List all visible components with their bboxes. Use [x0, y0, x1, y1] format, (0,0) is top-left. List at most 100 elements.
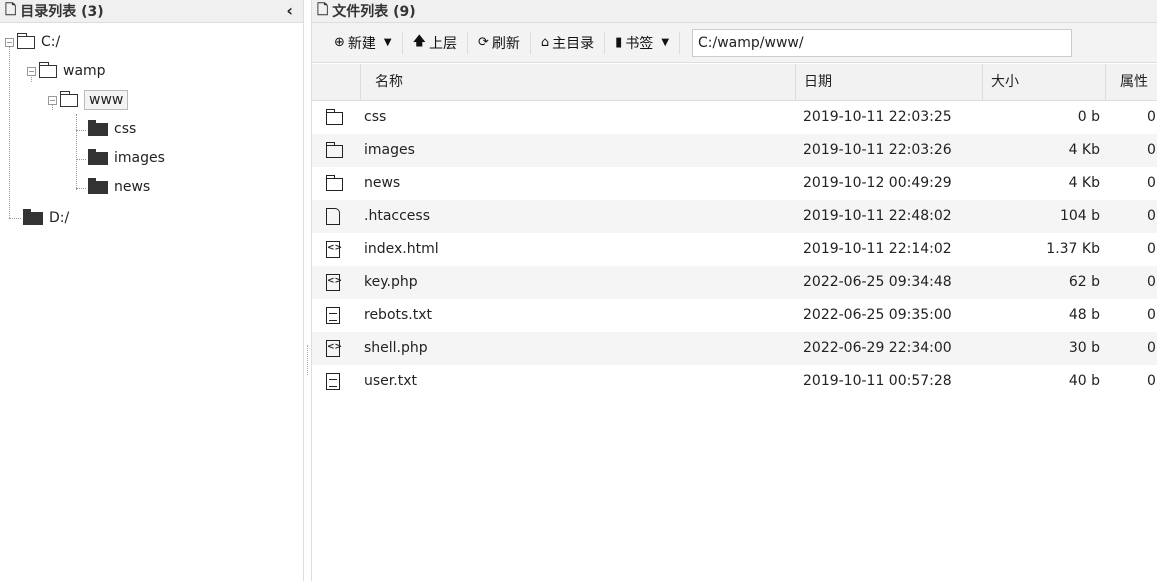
- file-date: 2022-06-29 22:34:00: [803, 340, 952, 356]
- path-input[interactable]: C:/wamp/www/: [692, 28, 1073, 57]
- table-row[interactable]: news 2019-10-12 00:49:29 4 Kb 0: [312, 167, 1157, 200]
- code-file-icon: <>: [326, 241, 342, 258]
- tree-node-c-drive[interactable]: C:/: [5, 29, 60, 55]
- file-date: 2022-06-25 09:35:00: [803, 307, 952, 323]
- text-file-icon: [326, 307, 340, 324]
- file-attr: 0: [1147, 241, 1156, 257]
- folder-icon: [88, 148, 108, 165]
- file-attr: 0: [1147, 373, 1156, 389]
- table-row[interactable]: <> shell.php 2022-06-29 22:34:00 30 b 0: [312, 332, 1157, 365]
- table-row[interactable]: images 2019-10-11 22:03:26 4 Kb 0: [312, 134, 1157, 167]
- column-header-size[interactable]: 大小: [982, 64, 1105, 101]
- file-name[interactable]: rebots.txt: [364, 299, 432, 332]
- file-name[interactable]: shell.php: [364, 332, 428, 365]
- tree-connector: [76, 159, 86, 160]
- home-icon: ⌂: [540, 35, 550, 50]
- collapse-toggle-icon[interactable]: [48, 95, 57, 105]
- file-size: 4 Kb: [1068, 142, 1100, 158]
- table-row[interactable]: css 2019-10-11 22:03:25 0 b 0: [312, 101, 1157, 134]
- up-button-label: 上层: [428, 35, 457, 52]
- file-type-cell: <>: [326, 332, 346, 365]
- tree-node-label[interactable]: images: [114, 150, 165, 166]
- text-file-icon: [326, 373, 340, 390]
- file-attr: 0: [1147, 340, 1156, 356]
- tree-node-wamp[interactable]: wamp: [27, 58, 106, 84]
- file-name[interactable]: index.html: [364, 233, 439, 266]
- panel-splitter[interactable]: [303, 0, 312, 581]
- tree-node-label[interactable]: css: [114, 121, 136, 137]
- table-row[interactable]: rebots.txt 2022-06-25 09:35:00 48 b 0: [312, 299, 1157, 332]
- plus-circle-icon: ⊕: [334, 35, 345, 50]
- new-button[interactable]: ⊕ 新建 ▼: [324, 29, 402, 57]
- file-type-cell: [325, 101, 346, 134]
- file-name[interactable]: user.txt: [364, 365, 417, 398]
- file-date: 2019-10-11 22:14:02: [803, 241, 952, 257]
- column-header-name[interactable]: 名称: [360, 64, 803, 101]
- tree-node-label-selected[interactable]: www: [84, 90, 129, 110]
- tree-node-d-drive[interactable]: D:/: [23, 205, 69, 231]
- file-name[interactable]: news: [364, 167, 400, 200]
- file-list-panel-title: 文件列表 (9): [332, 4, 416, 20]
- file-list-panel: 🗋 文件列表 (9) ⊕ 新建 ▼ 🡅 上层 ⟳ 刷新 ⌂ 主目录 ▮ 书签 ▼…: [312, 0, 1157, 581]
- collapse-panel-button[interactable]: ‹: [286, 0, 293, 22]
- column-header-label: 日期: [804, 74, 832, 90]
- folder-icon: [325, 109, 343, 125]
- home-button[interactable]: ⌂ 主目录: [531, 29, 604, 57]
- file-name[interactable]: key.php: [364, 266, 418, 299]
- bookmark-button-label: 书签: [625, 35, 654, 52]
- file-attr: 0: [1147, 208, 1156, 224]
- folder-icon: [23, 208, 43, 225]
- file-attr: 0: [1147, 175, 1156, 191]
- table-row[interactable]: <> key.php 2022-06-25 09:34:48 62 b 0: [312, 266, 1157, 299]
- tree-node-label[interactable]: news: [114, 179, 150, 195]
- column-header-attr[interactable]: 属性: [1105, 64, 1157, 101]
- file-type-cell: [326, 200, 346, 233]
- file-icon: [326, 208, 340, 225]
- tree-node-news[interactable]: news: [88, 174, 150, 200]
- file-type-cell: <>: [326, 266, 346, 299]
- chevron-down-icon: ▼: [383, 37, 392, 48]
- tree-node-css[interactable]: css: [88, 116, 136, 142]
- collapse-toggle-icon[interactable]: [5, 37, 14, 47]
- bookmark-button[interactable]: ▮ 书签 ▼: [605, 29, 679, 57]
- refresh-button[interactable]: ⟳ 刷新: [468, 29, 530, 57]
- file-manager: 🗋 目录列表 (3) ‹ C:/ wamp www css images new…: [0, 0, 1157, 581]
- collapse-toggle-icon[interactable]: [27, 66, 36, 76]
- tree-connector: [9, 218, 21, 219]
- file-type-cell: [326, 299, 346, 332]
- directory-panel: 🗋 目录列表 (3) ‹ C:/ wamp www css images new…: [0, 0, 303, 581]
- file-attr: 0: [1147, 274, 1156, 290]
- up-button[interactable]: 🡅 上层: [403, 29, 467, 57]
- table-row[interactable]: .htaccess 2019-10-11 22:48:02 104 b 0: [312, 200, 1157, 233]
- open-folder-icon: [60, 90, 78, 107]
- file-type-cell: [325, 167, 346, 200]
- code-file-icon: <>: [326, 274, 342, 291]
- tree-connector: [76, 130, 86, 131]
- arrow-up-icon: 🡅: [412, 33, 426, 49]
- tree-node-www[interactable]: www: [48, 87, 129, 113]
- column-header-date[interactable]: 日期: [795, 64, 982, 101]
- splitter-grip[interactable]: [307, 345, 308, 375]
- tree-node-label[interactable]: wamp: [63, 63, 106, 79]
- file-size: 0 b: [1077, 109, 1100, 125]
- table-row[interactable]: user.txt 2019-10-11 00:57:28 40 b 0: [312, 365, 1157, 398]
- tree-node-images[interactable]: images: [88, 145, 165, 171]
- file-size: 1.37 Kb: [1046, 241, 1100, 257]
- file-name[interactable]: images: [364, 134, 415, 167]
- column-header-label: 名称: [375, 74, 403, 90]
- tree-node-label[interactable]: C:/: [41, 34, 60, 50]
- refresh-button-label: 刷新: [491, 35, 520, 52]
- file-size: 4 Kb: [1068, 175, 1100, 191]
- file-date: 2019-10-11 22:03:26: [803, 142, 952, 158]
- file-attr: 0: [1147, 142, 1156, 158]
- column-header-label: 属性: [1120, 74, 1148, 90]
- file-name[interactable]: .htaccess: [364, 200, 430, 233]
- file-date: 2019-10-12 00:49:29: [803, 175, 952, 191]
- tree-connector: [76, 114, 77, 190]
- tree-node-label[interactable]: D:/: [49, 210, 69, 226]
- table-row[interactable]: <> index.html 2019-10-11 22:14:02 1.37 Kb 0: [312, 233, 1157, 266]
- file-name[interactable]: css: [364, 101, 386, 134]
- file-list-panel-header: 🗋 文件列表 (9): [312, 0, 1157, 23]
- file-size: 104 b: [1059, 208, 1100, 224]
- file-type-cell: [325, 134, 346, 167]
